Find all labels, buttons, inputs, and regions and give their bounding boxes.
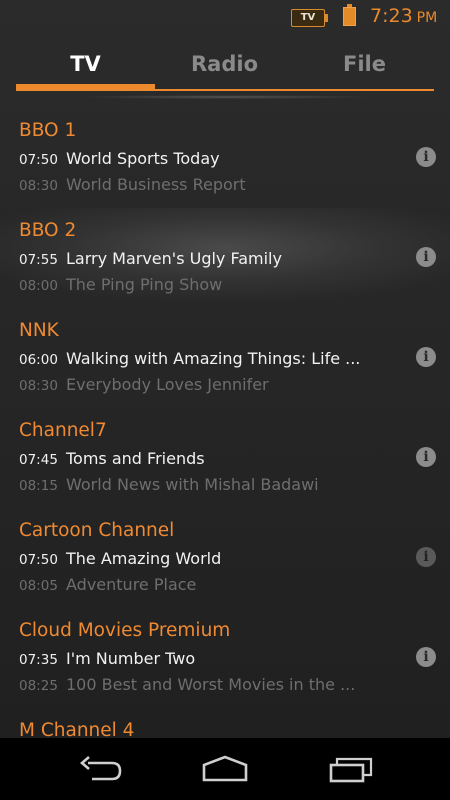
channel-item[interactable]: Cartoon Channel 07:50 The Amazing World 0…	[0, 508, 450, 608]
next-title: 100 Best and Worst Movies in the ...	[66, 675, 356, 694]
now-time: 07:50	[19, 552, 58, 568]
channel-item[interactable]: BBO 1 07:50 World Sports Today 08:30 World…	[0, 108, 450, 208]
channel-name: Cartoon Channel	[19, 520, 175, 541]
now-title: Larry Marven's Ugly Family	[66, 249, 282, 268]
now-playing-row: 07:35 I'm Number Two	[19, 649, 195, 668]
now-title: The Amazing World	[66, 549, 222, 568]
active-tab-indicator	[16, 84, 155, 91]
next-time: 08:30	[19, 178, 58, 194]
channel-item[interactable]: BBO 2 07:55 Larry Marven's Ugly Family 08…	[0, 208, 450, 308]
now-playing-row: 07:45 Toms and Friends	[19, 449, 205, 468]
channel-name: BBO 2	[19, 220, 77, 241]
status-bar: TV 7:23 PM	[0, 0, 450, 34]
info-icon[interactable]: i	[416, 347, 436, 367]
now-title: World Sports Today	[66, 149, 220, 168]
now-time: 07:55	[19, 252, 58, 268]
tab-divider-glow	[76, 95, 376, 99]
next-time: 08:15	[19, 478, 58, 494]
tab-radio[interactable]: Radio	[155, 52, 294, 76]
next-time: 08:30	[19, 378, 58, 394]
channel-name: NNK	[19, 320, 59, 341]
system-nav-bar	[0, 738, 450, 800]
info-icon[interactable]: i	[416, 447, 436, 467]
now-time: 07:45	[19, 452, 58, 468]
now-time: 06:00	[19, 352, 58, 368]
now-time: 07:50	[19, 152, 58, 168]
channel-name: Cloud Movies Premium	[19, 620, 231, 641]
clock: 7:23 PM	[370, 5, 437, 27]
info-icon[interactable]: i	[416, 547, 436, 567]
channel-item[interactable]: Cloud Movies Premium 07:35 I'm Number Two…	[0, 608, 450, 708]
back-icon[interactable]	[78, 754, 124, 784]
info-icon[interactable]: i	[416, 147, 436, 167]
info-icon[interactable]: i	[416, 247, 436, 267]
next-title: The Ping Ping Show	[66, 275, 223, 294]
next-program-row: 08:15 World News with Mishal Badawi	[19, 475, 319, 494]
now-playing-row: 07:50 The Amazing World	[19, 549, 221, 568]
now-playing-row: 07:55 Larry Marven's Ugly Family	[19, 249, 282, 268]
next-title: World News with Mishal Badawi	[66, 475, 319, 494]
next-program-row: 08:25 100 Best and Worst Movies in the ..…	[19, 675, 355, 694]
next-time: 08:05	[19, 578, 58, 594]
channel-list[interactable]: BBO 1 07:50 World Sports Today 08:30 World…	[0, 108, 450, 738]
clock-time: 7:23	[370, 5, 413, 27]
channel-item[interactable]: M Channel 4	[0, 708, 450, 738]
app-screen: TV 7:23 PM TV Radio File BBO 1 07:50 World…	[0, 0, 450, 738]
tab-file[interactable]: File	[295, 52, 434, 76]
channel-name: BBO 1	[19, 120, 77, 141]
now-title: Toms and Friends	[66, 449, 205, 468]
recent-apps-icon[interactable]	[328, 754, 374, 784]
next-program-row: 08:30 World Business Report	[19, 175, 246, 194]
next-time: 08:00	[19, 278, 58, 294]
next-title: World Business Report	[66, 175, 246, 194]
channel-name: M Channel 4	[19, 720, 135, 738]
next-program-row: 08:30 Everybody Loves Jennifer	[19, 375, 269, 394]
tab-tv[interactable]: TV	[16, 52, 155, 76]
battery-icon	[343, 4, 356, 26]
now-playing-row: 07:50 World Sports Today	[19, 149, 220, 168]
channel-item[interactable]: Channel7 07:45 Toms and Friends 08:15 Worl…	[0, 408, 450, 508]
next-title: Adventure Place	[66, 575, 197, 594]
now-time: 07:35	[19, 652, 58, 668]
channel-item[interactable]: NNK 06:00 Walking with Amazing Things: Li…	[0, 308, 450, 408]
now-playing-row: 06:00 Walking with Amazing Things: Life .…	[19, 349, 360, 368]
next-title: Everybody Loves Jennifer	[66, 375, 269, 394]
clock-ampm: PM	[416, 10, 438, 26]
next-program-row: 08:00 The Ping Ping Show	[19, 275, 222, 294]
next-time: 08:25	[19, 678, 58, 694]
now-title: Walking with Amazing Things: Life ...	[66, 349, 361, 368]
tv-notification-icon: TV	[291, 9, 328, 27]
info-icon[interactable]: i	[416, 647, 436, 667]
home-icon[interactable]	[201, 754, 249, 784]
now-title: I'm Number Two	[66, 649, 196, 668]
tab-bar: TV Radio File	[16, 40, 434, 99]
next-program-row: 08:05 Adventure Place	[19, 575, 196, 594]
channel-name: Channel7	[19, 420, 107, 441]
